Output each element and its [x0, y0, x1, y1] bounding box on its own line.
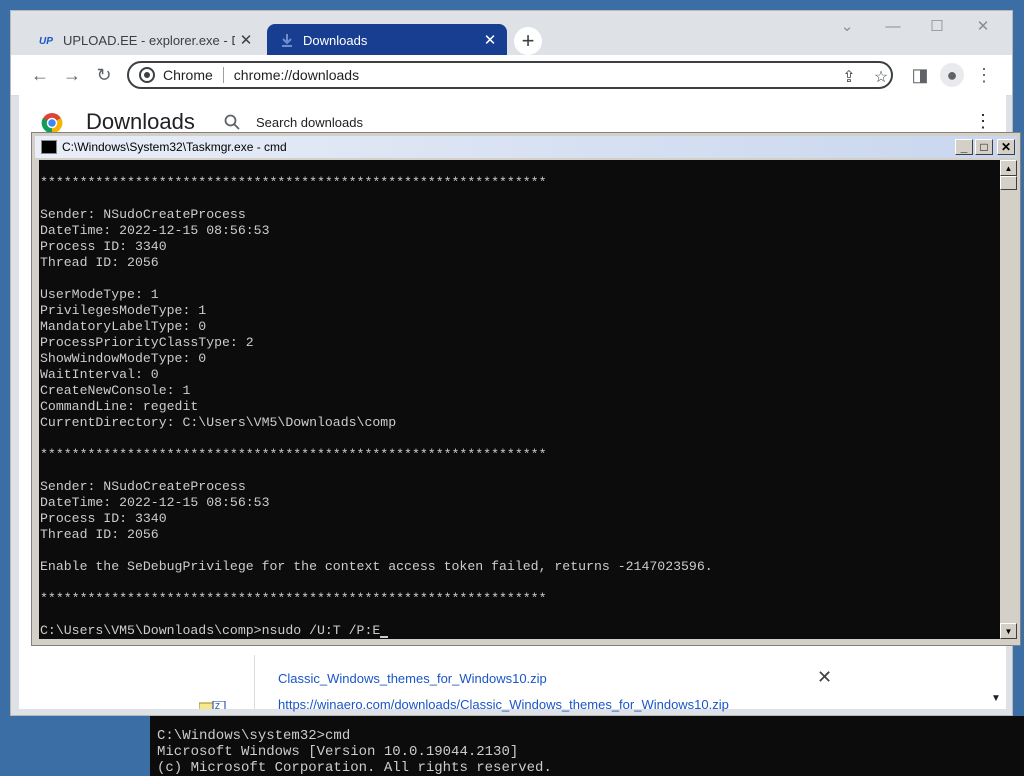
download-file-link[interactable]: Classic_Windows_themes_for_Windows10.zip	[278, 671, 547, 686]
console-line: ****************************************…	[40, 447, 547, 462]
console-line: DateTime: 2022-12-15 08:56:53	[40, 223, 270, 238]
divider	[254, 655, 255, 709]
scroll-up-arrow-icon[interactable]: ▲	[1000, 160, 1017, 176]
console-line: CreateNewConsole: 1	[40, 383, 191, 398]
download-source-url[interactable]: https://winaero.com/downloads/Classic_Wi…	[278, 697, 729, 712]
console-line: ****************************************…	[40, 591, 547, 606]
close-button[interactable]: ✕	[997, 139, 1015, 155]
text-cursor	[380, 636, 389, 638]
console-line: ShowWindowModeType: 0	[40, 351, 207, 366]
reload-icon[interactable]: ↻	[92, 63, 116, 87]
maximize-button[interactable]: ☐	[914, 11, 960, 41]
tab-title: UPLOAD.EE - explorer.exe - Dow	[63, 32, 235, 48]
console-line: DateTime: 2022-12-15 08:56:53	[40, 495, 270, 510]
address-bar[interactable]: Chrome chrome://downloads ⇪ ☆	[127, 61, 893, 89]
background-command-prompt[interactable]: C:\Windows\system32>cmd Microsoft Window…	[150, 716, 1024, 776]
search-icon[interactable]	[224, 114, 240, 130]
scroll-down-arrow-icon[interactable]: ▼	[1000, 623, 1017, 639]
browser-toolbar: ← → ↻ Chrome chrome://downloads ⇪ ☆ ◨ ● …	[11, 55, 1012, 96]
console-line: C:\Windows\system32>cmd	[157, 728, 351, 744]
tab-close-icon[interactable]: ✕	[479, 31, 501, 49]
remove-download-icon[interactable]: ✕	[817, 667, 832, 688]
new-tab-button[interactable]: +	[514, 27, 542, 55]
profile-avatar-icon[interactable]: ●	[940, 63, 964, 87]
console-line: CommandLine: regedit	[40, 399, 199, 414]
console-line: ProcessPriorityClassType: 2	[40, 335, 254, 350]
prompt-command: C:\Users\VM5\Downloads\comp>nsudo /U:T /…	[40, 623, 381, 638]
console-line: (c) Microsoft Corporation. All rights re…	[157, 760, 552, 776]
bookmark-star-icon[interactable]: ☆	[871, 67, 891, 87]
console-line: Enable the SeDebugPrivilege for the cont…	[40, 559, 713, 574]
console-line: Microsoft Windows [Version 10.0.19044.21…	[157, 744, 519, 760]
divider	[222, 67, 224, 83]
console-output[interactable]: ****************************************…	[39, 160, 1000, 639]
cmd-icon	[41, 140, 57, 154]
minimize-button[interactable]: —	[870, 11, 916, 41]
menu-kebab-icon[interactable]: ⋮	[972, 63, 996, 87]
console-line: Process ID: 3340	[40, 239, 167, 254]
tab-search-icon[interactable]: ⌄	[824, 11, 870, 41]
console-line: WaitInterval: 0	[40, 367, 159, 382]
download-item: Z Classic_Windows_themes_for_Windows10.z…	[19, 655, 1006, 712]
search-input[interactable]: Search downloads	[256, 115, 363, 130]
tab-title: Downloads	[303, 32, 368, 48]
forward-icon[interactable]: →	[60, 63, 84, 87]
console-line: Process ID: 3340	[40, 511, 167, 526]
console-line: Thread ID: 2056	[40, 255, 159, 270]
upload-ee-favicon-icon: UP	[39, 36, 53, 47]
console-line: UserModeType: 1	[40, 287, 159, 302]
console-prompt-line[interactable]: C:\Users\VM5\Downloads\comp>nsudo /U:T /…	[40, 623, 389, 639]
tab-downloads[interactable]: Downloads ✕	[267, 24, 507, 56]
back-icon[interactable]: ←	[28, 63, 52, 87]
vertical-scrollbar[interactable]: ▲ ▼	[1000, 160, 1017, 639]
share-icon[interactable]: ⇪	[839, 67, 859, 87]
tab-upload-ee[interactable]: UP UPLOAD.EE - explorer.exe - Dow ✕	[27, 24, 263, 56]
console-line: Sender: NSudoCreateProcess	[40, 207, 246, 222]
downloads-header: Downloads Search downloads ⋮	[19, 95, 1006, 135]
maximize-button[interactable]: □	[975, 139, 993, 155]
console-line: Thread ID: 2056	[40, 527, 159, 542]
window-title: C:\Windows\System32\Taskmgr.exe - cmd	[62, 140, 287, 154]
console-window: C:\Windows\System32\Taskmgr.exe - cmd _ …	[31, 132, 1021, 646]
console-line: ****************************************…	[40, 175, 547, 190]
console-line: Sender: NSudoCreateProcess	[40, 479, 246, 494]
download-icon	[282, 34, 292, 47]
side-panel-icon[interactable]: ◨	[908, 63, 932, 87]
more-actions-icon[interactable]: ⋮	[974, 111, 992, 132]
close-button[interactable]: ✕	[960, 11, 1006, 41]
zip-file-icon: Z	[199, 701, 226, 709]
svg-text:Z: Z	[215, 702, 220, 709]
chrome-logo-icon	[41, 113, 63, 134]
console-line: MandatoryLabelType: 0	[40, 319, 207, 334]
site-label: Chrome	[163, 67, 213, 83]
console-title-bar[interactable]: C:\Windows\System32\Taskmgr.exe - cmd _ …	[35, 136, 1017, 158]
console-line: PrivilegesModeType: 1	[40, 303, 207, 318]
scroll-thumb[interactable]	[1000, 176, 1017, 190]
url-text[interactable]: chrome://downloads	[234, 67, 359, 83]
scroll-down-arrow-icon[interactable]: ▼	[991, 693, 1001, 704]
console-line: CurrentDirectory: C:\Users\VM5\Downloads…	[40, 415, 397, 430]
svg-text:UP: UP	[39, 36, 53, 47]
chrome-icon	[139, 67, 155, 83]
tab-close-icon[interactable]: ✕	[235, 31, 257, 49]
minimize-button[interactable]: _	[955, 139, 973, 155]
